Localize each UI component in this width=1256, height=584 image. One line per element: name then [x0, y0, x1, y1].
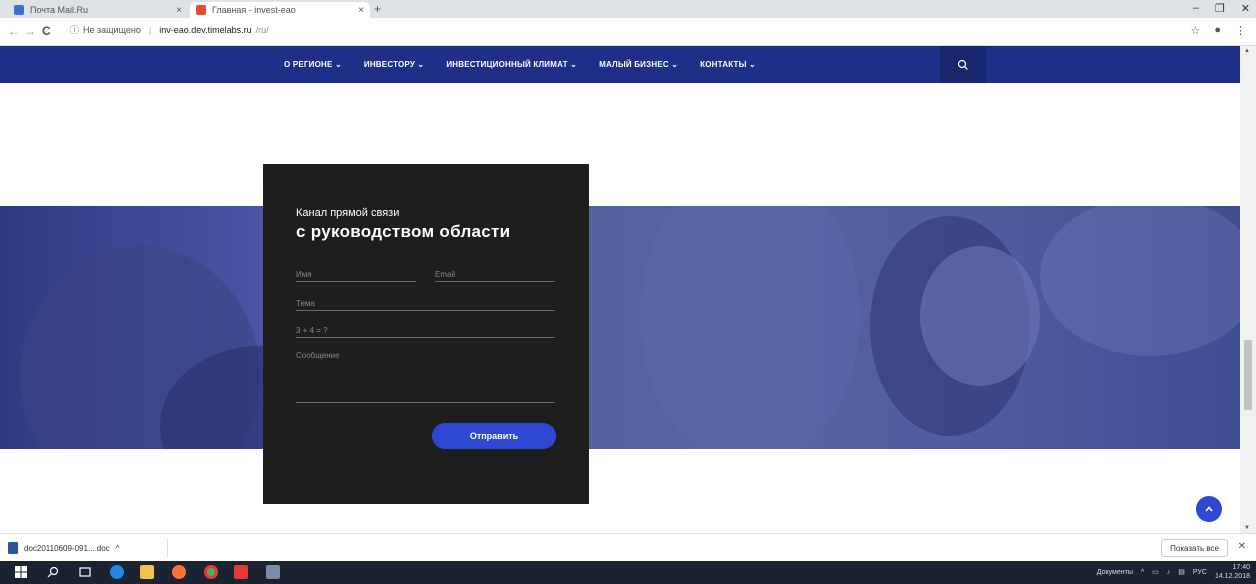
tab-close-icon[interactable]: × — [176, 5, 182, 16]
url-host: inv-eao.dev.timelabs.ru — [159, 24, 252, 35]
site-nav: О РЕГИОНЕ ⌄ ИНВЕСТОРУ ⌄ ИНВЕСТИЦИОННЫЙ К… — [0, 46, 1240, 83]
page-scrollbar[interactable]: ▲ ▼ — [1240, 46, 1256, 533]
chevron-up-icon[interactable]: ^ — [116, 544, 120, 553]
clock-time: 17:40 — [1232, 564, 1250, 571]
mail-favicon-icon — [14, 5, 24, 15]
app-icon[interactable] — [266, 565, 280, 579]
menu-item-climate[interactable]: ИНВЕСТИЦИОННЫЙ КЛИМАТ ⌄ — [446, 60, 577, 69]
search-button[interactable] — [940, 46, 986, 83]
notifications-icon[interactable]: ▤ — [1178, 568, 1185, 576]
message-field[interactable] — [296, 351, 555, 403]
new-tab-button[interactable]: + — [374, 2, 381, 16]
forward-button[interactable]: → — [24, 24, 36, 38]
captcha-field[interactable] — [296, 320, 555, 338]
file-explorer-icon[interactable] — [140, 565, 154, 579]
scroll-top-button[interactable] — [1196, 496, 1222, 522]
photo-figure-right-face — [920, 246, 1040, 386]
tray-chevron-icon[interactable]: ^ — [1141, 569, 1144, 576]
window-controls: – ❐ ✕ — [1193, 2, 1250, 15]
clock-date: 14.12.2018 — [1214, 573, 1250, 580]
message-textarea[interactable] — [296, 351, 555, 399]
captcha-input[interactable] — [296, 326, 555, 335]
hero-photo — [0, 206, 1240, 449]
chevron-up-icon — [1205, 506, 1213, 512]
menu-item-contacts[interactable]: КОНТАКТЫ ⌄ — [700, 60, 756, 69]
site-favicon-icon — [196, 5, 206, 15]
task-view-icon[interactable] — [78, 565, 92, 579]
reload-button[interactable]: C — [42, 24, 51, 38]
chrome-icon[interactable] — [204, 565, 218, 579]
account-icon[interactable]: ● — [1214, 24, 1221, 37]
security-label: Не защищено — [83, 24, 141, 35]
system-tray: Документы ^ ▭ ♪ ▤ РУС 17:40 14.12.2018 — [1097, 563, 1250, 581]
taskbar: Документы ^ ▭ ♪ ▤ РУС 17:40 14.12.2018 — [0, 561, 1256, 584]
downloads-bar: doc20110609-091....doc ^ Показать все ✕ — [0, 533, 1256, 561]
form-subtitle: Канал прямой связи — [296, 207, 400, 219]
scroll-up-arrow-icon[interactable]: ▲ — [1244, 48, 1250, 54]
edge-icon[interactable] — [110, 565, 124, 579]
url-field[interactable]: ⓘ Не защищено | inv-eao.dev.timelabs.ru /… — [70, 23, 269, 36]
menu-item-region[interactable]: О РЕГИОНЕ ⌄ — [284, 60, 342, 69]
tab-title: Главная - invest-eao — [212, 5, 296, 15]
close-window-button[interactable]: ✕ — [1241, 2, 1250, 15]
download-item[interactable]: doc20110609-091....doc ^ — [8, 539, 168, 557]
bookmark-star-icon[interactable]: ☆ — [1190, 24, 1200, 37]
tab-invest[interactable]: Главная - invest-eao × — [190, 2, 370, 18]
address-bar: ← → C ⓘ Не защищено | inv-eao.dev.timela… — [0, 18, 1256, 46]
back-button[interactable]: ← — [8, 24, 20, 38]
subject-input[interactable] — [296, 299, 555, 308]
firefox-icon[interactable] — [172, 565, 186, 579]
contact-form: Канал прямой связи с руководством област… — [263, 164, 589, 504]
photo-background-window — [1040, 206, 1240, 356]
menu-item-investor[interactable]: ИНВЕСТОРУ ⌄ — [364, 60, 424, 69]
name-input[interactable] — [296, 270, 416, 279]
search-icon[interactable] — [46, 565, 60, 579]
scroll-down-arrow-icon[interactable]: ▼ — [1244, 525, 1250, 531]
language-indicator[interactable]: РУС — [1193, 569, 1207, 576]
show-all-button[interactable]: Показать все — [1161, 539, 1228, 557]
subject-field[interactable] — [296, 293, 555, 311]
photo-figure-center — [640, 206, 860, 449]
windows-start-icon[interactable] — [14, 565, 28, 579]
download-file-name: doc20110609-091....doc — [24, 543, 110, 553]
main-menu: О РЕГИОНЕ ⌄ ИНВЕСТОРУ ⌄ ИНВЕСТИЦИОННЫЙ К… — [284, 46, 756, 83]
form-title: с руководством области — [296, 222, 511, 241]
menu-item-small-business[interactable]: МАЛЫЙ БИЗНЕС ⌄ — [599, 60, 678, 69]
tab-mail[interactable]: Почта Mail.Ru × — [8, 2, 188, 18]
scroll-thumb[interactable] — [1244, 340, 1252, 410]
minimize-button[interactable]: – — [1193, 2, 1199, 15]
tab-close-icon[interactable]: × — [358, 5, 364, 16]
yandex-browser-icon[interactable] — [234, 565, 248, 579]
info-icon[interactable]: ⓘ — [70, 23, 79, 36]
name-field[interactable] — [296, 264, 416, 282]
url-separator: | — [148, 24, 152, 35]
network-icon[interactable]: ▭ — [1152, 568, 1159, 576]
tab-title: Почта Mail.Ru — [30, 5, 88, 15]
browser-menu-icon[interactable]: ⋮ — [1235, 24, 1246, 37]
submit-button[interactable]: Отправить — [432, 423, 556, 449]
tray-documents-label[interactable]: Документы — [1097, 569, 1133, 576]
restore-button[interactable]: ❐ — [1215, 2, 1225, 15]
url-path: /ru/ — [255, 24, 269, 35]
browser-tab-bar: Почта Mail.Ru × Главная - invest-eao × +… — [0, 0, 1256, 18]
email-field[interactable] — [435, 264, 555, 282]
close-downloads-icon[interactable]: ✕ — [1238, 541, 1246, 552]
search-icon — [957, 59, 968, 70]
clock[interactable]: 17:40 14.12.2018 — [1215, 563, 1250, 581]
email-input[interactable] — [435, 270, 555, 279]
browser-right-controls: ☆ ● ⋮ — [1190, 24, 1246, 37]
volume-icon[interactable]: ♪ — [1167, 569, 1171, 576]
word-file-icon — [8, 542, 18, 554]
